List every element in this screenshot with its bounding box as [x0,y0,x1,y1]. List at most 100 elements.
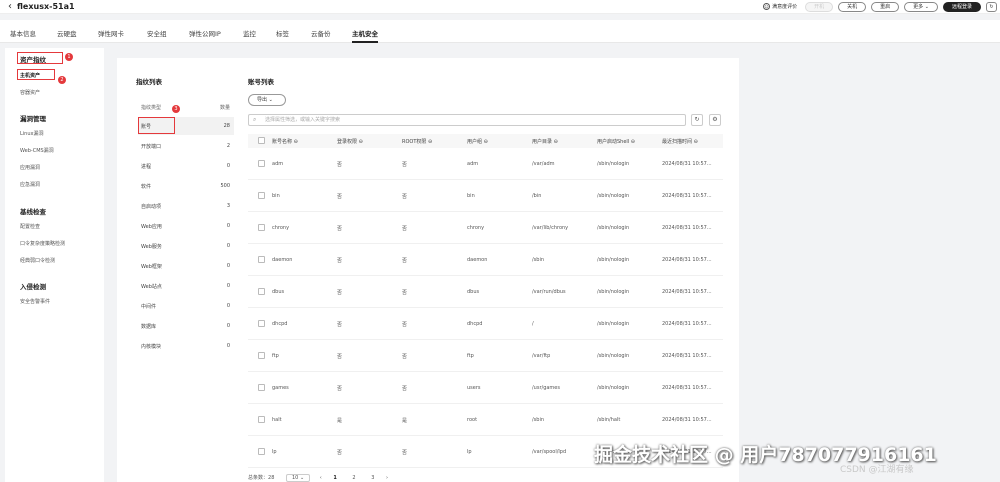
tab-monitoring[interactable]: 监控 [243,28,256,38]
refresh-icon[interactable]: ↻ [986,1,997,12]
chevron-left-icon[interactable]: ‹ [320,475,322,481]
step-badge: 3 [172,105,180,113]
table-row[interactable]: daemon 否 否 daemon/sbin/sbin/nologin 2024/08/… [248,244,723,276]
row-checkbox[interactable] [258,192,265,199]
fingerprint-row[interactable]: 开放端口 2 [138,137,234,155]
table-cell: 否 [402,258,408,264]
column-header[interactable]: ROOT权限 ⊖ [402,138,432,145]
column-header[interactable]: 最近扫描时间 ⊖ [662,138,698,145]
table-row[interactable]: adm 否 否 adm/var/adm/sbin/nologin 2024/08/31 … [248,148,723,180]
pagination: 总条数：28 10 ⌄ ‹ 1 2 3 › [248,474,388,482]
fingerprint-row[interactable]: Web服务 0 [138,237,234,255]
table-row[interactable]: games 否 否 users/usr/games/sbin/nologin 2024/… [248,372,723,404]
chevron-right-icon[interactable]: › [386,475,388,481]
restart-button[interactable]: 重启 [871,1,900,12]
table-cell: chrony [272,225,290,231]
sidebar-item-alarm-events[interactable]: 安全告警事件 [20,298,50,305]
sidebar-item-weak-password[interactable]: 经典弱口令检测 [20,257,55,264]
row-checkbox[interactable] [258,288,265,295]
column-header[interactable]: 用户目录 ⊖ [532,138,558,145]
tab-eip[interactable]: 弹性公网IP [189,28,221,38]
sidebar-item-linux-vuln[interactable]: Linux漏洞 [20,130,43,137]
stop-button[interactable]: 关机 [838,1,867,12]
page-link[interactable]: 1 [333,475,336,481]
page-link[interactable]: 2 [352,475,355,481]
gear-icon[interactable]: ⚙ [709,114,721,126]
fingerprint-row[interactable]: 数据库 0 [138,317,234,335]
search-input[interactable]: ⌕ 选择属性筛选，或输入关键字搜索 [248,114,686,126]
tab-cloud-backup[interactable]: 云备份 [311,28,331,38]
export-button[interactable]: 导出 ⌄ [248,94,286,106]
fingerprint-row[interactable]: 中间件 0 [138,297,234,315]
table-row[interactable]: dhcpd 否 否 dhcpd / /sbin/nologin 2024/08/31 10:… [248,308,723,340]
export-label: 导出 [257,97,268,103]
sidebar-item-container-assets[interactable]: 容器资产 [20,89,40,96]
chevron-left-icon[interactable]: ‹ [8,1,12,12]
table-cell: chrony [467,225,485,231]
row-checkbox[interactable] [258,384,265,391]
fingerprint-row[interactable]: 自启动项 3 [138,197,234,215]
sidebar-item-config-check[interactable]: 配置检查 [20,223,40,230]
fingerprint-row[interactable]: 进程 0 [138,157,234,175]
row-checkbox[interactable] [258,256,265,263]
table-cell: /var/ftp [532,353,551,359]
tab-basic-info[interactable]: 基本信息 [10,28,36,38]
tab-host-security[interactable]: 主机安全 [352,28,378,43]
row-checkbox[interactable] [258,224,265,231]
table-cell: /sbin/nologin [597,161,630,167]
column-header[interactable]: 用户启动Shell ⊖ [597,138,635,145]
table-cell: adm [272,161,284,167]
fingerprint-row[interactable]: Web站点 0 [138,277,234,295]
table-cell: daemon [272,257,293,263]
row-checkbox[interactable] [258,416,265,423]
row-checkbox[interactable] [258,352,265,359]
column-header[interactable]: 账号名称 ⊖ [272,138,298,145]
select-all-checkbox[interactable] [258,137,265,144]
table-cell: lp [467,449,472,455]
sidebar-item-password-policy[interactable]: 口令复杂度策略检测 [20,240,65,247]
highlight-box [138,117,175,134]
sidebar-item-app-vuln[interactable]: 应用漏洞 [20,164,40,171]
fingerprint-row[interactable]: 内核模块 0 [138,337,234,355]
more-button[interactable]: 更多 ⌄ [904,1,938,12]
page-link[interactable]: 3 [371,475,374,481]
tab-cloud-disk[interactable]: 云硬盘 [57,28,77,38]
page-size-select[interactable]: 10 ⌄ [285,474,311,482]
start-button[interactable]: 开机 [805,1,834,12]
remote-login-button[interactable]: 远程登录 [942,1,981,12]
refresh-icon[interactable]: ↻ [691,114,703,126]
table-cell: 否 [402,162,408,168]
fingerprint-row[interactable]: 软件 500 [138,177,234,195]
table-cell: 否 [337,194,343,200]
table-cell: 否 [402,226,408,232]
fingerprint-row[interactable]: Web框架 0 [138,257,234,275]
fingerprint-row[interactable]: Web应用 0 [138,217,234,235]
row-checkbox[interactable] [258,448,265,455]
search-placeholder: 选择属性筛选，或输入关键字搜索 [265,117,341,123]
feedback-link[interactable]: ☺ 满意度评价 [763,3,797,10]
table-row[interactable]: bin 否 否 bin/bin/sbin/nologin 2024/08/31 10:5… [248,180,723,212]
table-row[interactable]: chrony 否 否 chrony/var/lib/chrony/sbin/nolog… [248,212,723,244]
table-cell: 否 [337,386,343,392]
table-row[interactable]: ftp 否 否 ftp/var/ftp/sbin/nologin 2024/08/31 … [248,340,723,372]
table-row[interactable]: dbus 否 否 dbus/var/run/dbus/sbin/nologin 2024… [248,276,723,308]
sidebar-item-webcms-vuln[interactable]: Web-CMS漏洞 [20,147,54,154]
table-cell: games [272,385,289,391]
column-header[interactable]: 登录权限 ⊖ [337,138,363,145]
fingerprint-type: 开放端口 [141,144,162,150]
row-checkbox[interactable] [258,320,265,327]
table-cell: 否 [402,354,408,360]
fingerprint-title: 指纹列表 [136,78,162,86]
tab-tags[interactable]: 标签 [276,28,289,38]
column-header[interactable]: 用户组 ⊖ [467,138,488,145]
table-cell: /sbin/nologin [597,385,630,391]
table-row[interactable]: halt 是 是 root/sbin/sbin/halt 2024/08/31 10:5… [248,404,723,436]
tab-security-group[interactable]: 安全组 [147,28,167,38]
table-cell: /sbin/nologin [597,225,630,231]
table-cell: /sbin/nologin [597,353,630,359]
sidebar-item-emergency-vuln[interactable]: 应急漏洞 [20,181,40,188]
tab-nic[interactable]: 弹性网卡 [98,28,124,38]
row-checkbox[interactable] [258,160,265,167]
fingerprint-count: 0 [226,283,230,289]
table-cell: dhcpd [272,321,288,327]
